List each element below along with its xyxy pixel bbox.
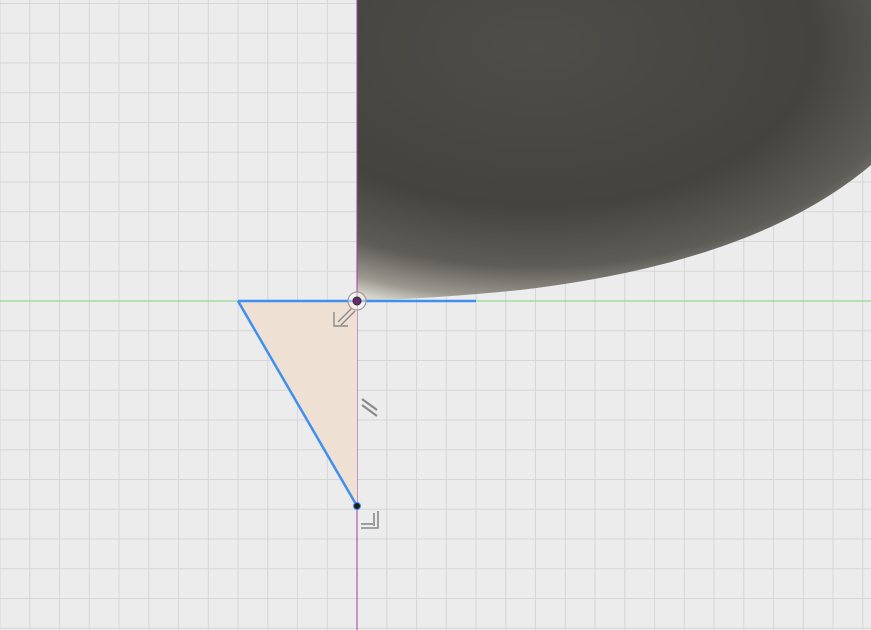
sketch-endpoint-icon[interactable] <box>353 502 361 510</box>
parallel-constraint-icon[interactable] <box>361 398 378 417</box>
perpendicular-constraint-icon[interactable] <box>361 511 379 529</box>
sketch-scene[interactable] <box>0 0 871 630</box>
solid-body[interactable] <box>357 0 871 300</box>
origin-point-icon[interactable] <box>347 291 367 311</box>
sketch-canvas[interactable] <box>0 0 871 630</box>
